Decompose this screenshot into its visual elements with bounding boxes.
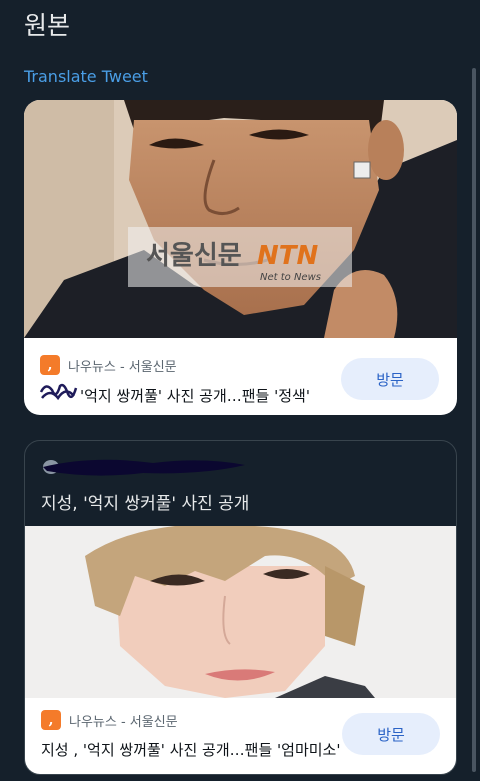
card2-visit-button[interactable]: 방문 [342,713,440,755]
watermark-sub: Net to News [260,272,321,283]
watermark-text: 서울신문 [146,241,242,271]
source-logo-icon: , [41,710,61,730]
card1-source: 나우뉴스 - 서울신문 [68,359,177,375]
card2-photo [25,526,456,698]
card2-footer: , 나우뉴스 - 서울신문 지성 , '억지 쌍꺼풀' 사진 공개…팬들 '엄마… [25,698,456,774]
translate-tweet-link[interactable]: Translate Tweet [24,67,148,86]
scribble-redaction-icon [39,383,78,401]
card1-source-row: , 나우뉴스 - 서울신문 [40,355,177,375]
page-title: 원본 [24,11,71,40]
card2-title: 지성, '억지 쌍커풀' 사진 공개 [41,494,250,514]
link-card-2[interactable]: 지성, '억지 쌍커풀' 사진 공개 , 나우뉴스 - 서울신문 지성 , '억… [24,440,457,775]
scrollbar[interactable] [472,68,476,772]
card1-photo: 서울신문 NTN Net to News [24,100,457,338]
card1-headline: '억지 쌍꺼풀' 사진 공개…팬들 '정색' [80,387,310,405]
card2-headline: 지성 , '억지 쌍꺼풀' 사진 공개…팬들 '엄마미소' [41,741,341,759]
link-card-1[interactable]: 서울신문 NTN Net to News , 나우뉴스 - 서울신문 '억지 쌍… [24,100,457,415]
source-logo-icon: , [40,355,60,375]
redacted-author-scribble [43,459,245,476]
watermark-brand: NTN [257,241,318,271]
card1-visit-button[interactable]: 방문 [341,358,439,400]
card2-source-row: , 나우뉴스 - 서울신문 [41,710,178,730]
card2-source: 나우뉴스 - 서울신문 [69,714,178,730]
